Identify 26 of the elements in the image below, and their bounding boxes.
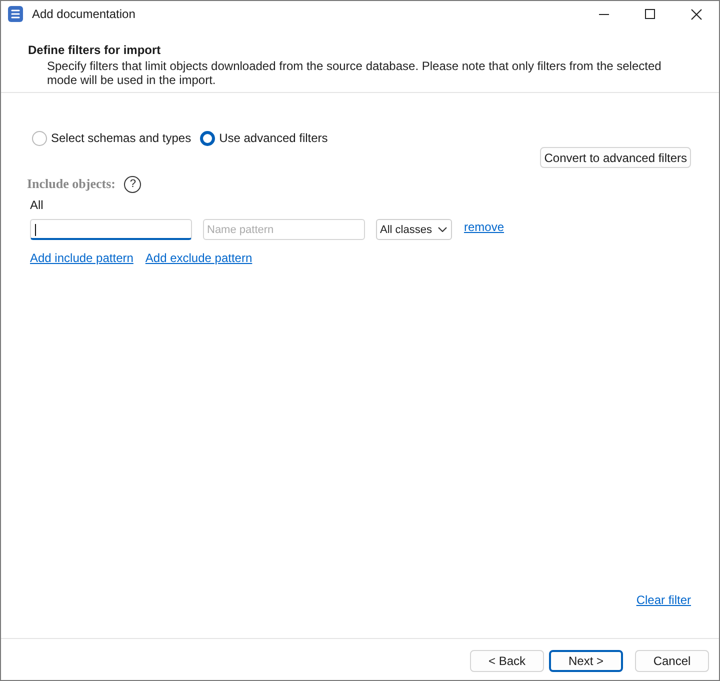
window-title: Add documentation: [32, 7, 136, 21]
add-pattern-link[interactable]: Add include pattern: [30, 251, 134, 265]
radio-label[interactable]: Select schemas and types: [51, 130, 192, 146]
remove-link[interactable]: remove: [464, 219, 504, 235]
scope-label: All: [30, 198, 44, 212]
radio-button[interactable]: [200, 130, 216, 146]
convert-button[interactable]: Convert to advanced filters: [540, 147, 691, 168]
radio-label[interactable]: Use advanced filters: [219, 130, 328, 146]
radio-button[interactable]: [32, 130, 47, 146]
clear-filter-link[interactable]: Clear filter: [636, 593, 691, 607]
page-heading: Define filters for import: [28, 42, 161, 58]
class-dropdown[interactable]: All classes: [376, 219, 452, 240]
dialog-button[interactable]: < Back: [470, 650, 544, 672]
page-description: Specify filters that limit objects downloaded from the source database. Please note that only filters from the selected mode will be used in the import.: [47, 59, 662, 87]
add-pattern-link[interactable]: Add exclude pattern: [145, 251, 252, 265]
app-icon: [8, 6, 23, 22]
dialog-button[interactable]: Cancel: [635, 650, 709, 672]
help-button[interactable]: ?: [124, 176, 142, 192]
close-icon: [690, 8, 702, 20]
maximize-icon: [645, 9, 655, 19]
chevron-down-icon: [438, 227, 447, 232]
section-label: Include objects:: [27, 176, 116, 192]
text-cursor-icon: [35, 224, 36, 236]
dialog-button[interactable]: Next >: [549, 650, 623, 672]
input-field[interactable]: [30, 219, 192, 240]
name-pattern-field[interactable]: Name pattern: [203, 219, 365, 240]
